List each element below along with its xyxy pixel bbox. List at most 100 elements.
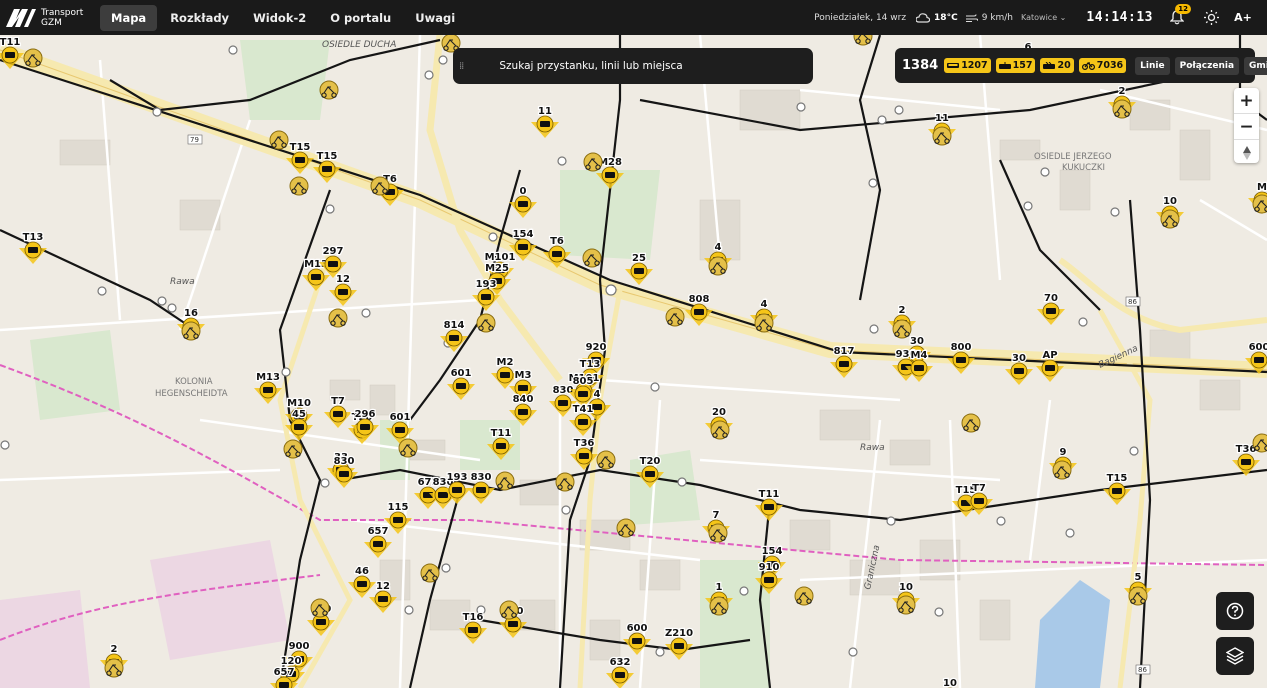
bus-icon <box>508 621 518 627</box>
bike-station-marker[interactable] <box>583 152 603 172</box>
vehicle-line-label: T13 <box>23 232 44 243</box>
reset-north-button[interactable] <box>1234 140 1259 165</box>
trolleybus-count-chip[interactable]: 20 <box>1040 58 1074 73</box>
bike-count: 7036 <box>1096 60 1124 71</box>
bus-icon <box>5 52 15 58</box>
filter-linie-button[interactable]: Linie <box>1135 56 1170 75</box>
layers-button[interactable] <box>1216 637 1254 675</box>
bus-icon <box>357 581 367 587</box>
bike-count-chip[interactable]: 7036 <box>1078 58 1127 73</box>
vehicle-line-label: 4 <box>594 389 601 400</box>
bus-icon <box>605 172 615 178</box>
bus-icon <box>456 383 466 389</box>
city-selector[interactable]: Katowice ⌄ <box>1021 13 1066 22</box>
bike-station-marker[interactable] <box>499 600 519 620</box>
bus-icon <box>694 309 704 315</box>
clock: 14:14:13 <box>1086 10 1153 25</box>
bike-station-marker[interactable] <box>1052 460 1072 480</box>
zoom-out-button[interactable]: − <box>1234 114 1259 140</box>
transport-gzm-logo[interactable]: Transport GZM <box>6 8 92 28</box>
bike-station-marker[interactable] <box>181 321 201 341</box>
logo-text-line1: Transport <box>41 7 84 18</box>
cloud-icon <box>916 12 931 23</box>
bike-station-marker[interactable] <box>961 413 981 433</box>
bike-station-marker[interactable] <box>398 438 418 458</box>
vehicle-line-label: T6 <box>550 236 564 247</box>
nav-item-rozklady[interactable]: Rozkłady <box>159 5 240 31</box>
zoom-in-button[interactable]: + <box>1234 88 1259 114</box>
bike-station-marker[interactable] <box>420 563 440 583</box>
nav-item-mapa[interactable]: Mapa <box>100 4 158 31</box>
font-size-button[interactable]: A+ <box>1229 4 1257 32</box>
nav-item-o-portalu[interactable]: O portalu <box>319 5 402 31</box>
bike-station-marker[interactable] <box>370 176 390 196</box>
bus-icon <box>476 487 486 493</box>
vehicle-line-label: 900 <box>289 641 310 652</box>
road-number: 86 <box>1128 298 1137 306</box>
reset-north-icon <box>1242 145 1251 160</box>
bike-station-marker[interactable] <box>283 439 303 459</box>
bike-station-marker[interactable] <box>892 319 912 339</box>
bike-station-marker[interactable] <box>269 130 289 150</box>
weather: 18°C <box>916 13 958 23</box>
bike-station-marker[interactable] <box>1252 194 1267 214</box>
bike-station-marker[interactable] <box>710 420 730 440</box>
bike-station-marker[interactable] <box>328 308 348 328</box>
nav-item-widok-2[interactable]: Widok-2 <box>242 5 317 31</box>
bike-station-marker[interactable] <box>1128 586 1148 606</box>
bike-station-marker[interactable] <box>310 598 330 618</box>
nav-item-uwagi[interactable]: Uwagi <box>404 5 466 31</box>
bike-station-marker[interactable] <box>754 313 774 333</box>
district-label: HEGENSCHEIDTA <box>155 389 228 399</box>
bus-icon <box>1014 368 1024 374</box>
tram-count-chip[interactable]: 157 <box>995 58 1036 73</box>
vehicle-marker[interactable]: 657 <box>270 666 298 688</box>
vehicle-line-label: 4 <box>761 299 768 310</box>
filter-polaczenia-button[interactable]: Połączenia <box>1174 56 1240 75</box>
bike-station-marker[interactable] <box>582 248 602 268</box>
bike-station-marker[interactable] <box>555 472 575 492</box>
bus-icon <box>518 201 528 207</box>
bike-station-marker[interactable] <box>1112 99 1132 119</box>
bus-icon <box>393 517 403 523</box>
bus-icon <box>294 424 304 430</box>
vehicle-line-label: 910 <box>759 562 780 573</box>
search-input[interactable]: Szukaj przystanku, linii lub miejsca <box>499 60 682 72</box>
bike-station-marker[interactable] <box>289 176 309 196</box>
filter-gminy-button[interactable]: Gminy <box>1244 56 1267 75</box>
bike-station-marker[interactable] <box>708 523 728 543</box>
logo-mark-icon <box>6 8 36 27</box>
bus-icon <box>558 400 568 406</box>
bike-station-marker[interactable] <box>1252 433 1267 453</box>
bus-icon <box>333 411 343 417</box>
bus-icon <box>338 289 348 295</box>
bike-station-marker[interactable] <box>476 313 496 333</box>
trolleybus-icon <box>1043 61 1056 69</box>
bus-count-chip[interactable]: 1207 <box>944 58 991 73</box>
bike-station-marker[interactable] <box>495 471 515 491</box>
bike-station-marker[interactable] <box>319 80 339 100</box>
bus-icon <box>947 62 960 68</box>
bike-station-marker[interactable] <box>794 586 814 606</box>
bike-station-marker[interactable] <box>23 48 43 68</box>
vehicle-line-label: T7 <box>972 483 986 494</box>
map-canvas[interactable]: OSIEDLE DUCHA KOLONIA HEGENSCHEIDTA OSIE… <box>0 0 1267 688</box>
bike-station-marker[interactable] <box>616 518 636 538</box>
search-bar[interactable]: ⁞⁞ Szukaj przystanku, linii lub miejsca <box>453 48 813 84</box>
theme-toggle-button[interactable] <box>1197 4 1225 32</box>
help-button[interactable] <box>1216 592 1254 630</box>
bus-icon <box>1045 365 1055 371</box>
vehicle-line-label: 154 <box>513 229 534 240</box>
notifications-button[interactable]: 12 <box>1165 3 1191 30</box>
drag-handle-icon[interactable]: ⁞⁞ <box>459 61 464 72</box>
bike-station-marker[interactable] <box>896 595 916 615</box>
bike-station-marker[interactable] <box>665 307 685 327</box>
vehicle-line-label: 7 <box>713 510 720 521</box>
bike-station-marker[interactable] <box>932 126 952 146</box>
bike-station-marker[interactable] <box>709 596 729 616</box>
bike-station-marker[interactable] <box>104 658 124 678</box>
bike-station-marker[interactable] <box>1160 209 1180 229</box>
bike-station-marker[interactable] <box>708 256 728 276</box>
bike-station-marker[interactable] <box>596 450 616 470</box>
bus-icon <box>481 294 491 300</box>
